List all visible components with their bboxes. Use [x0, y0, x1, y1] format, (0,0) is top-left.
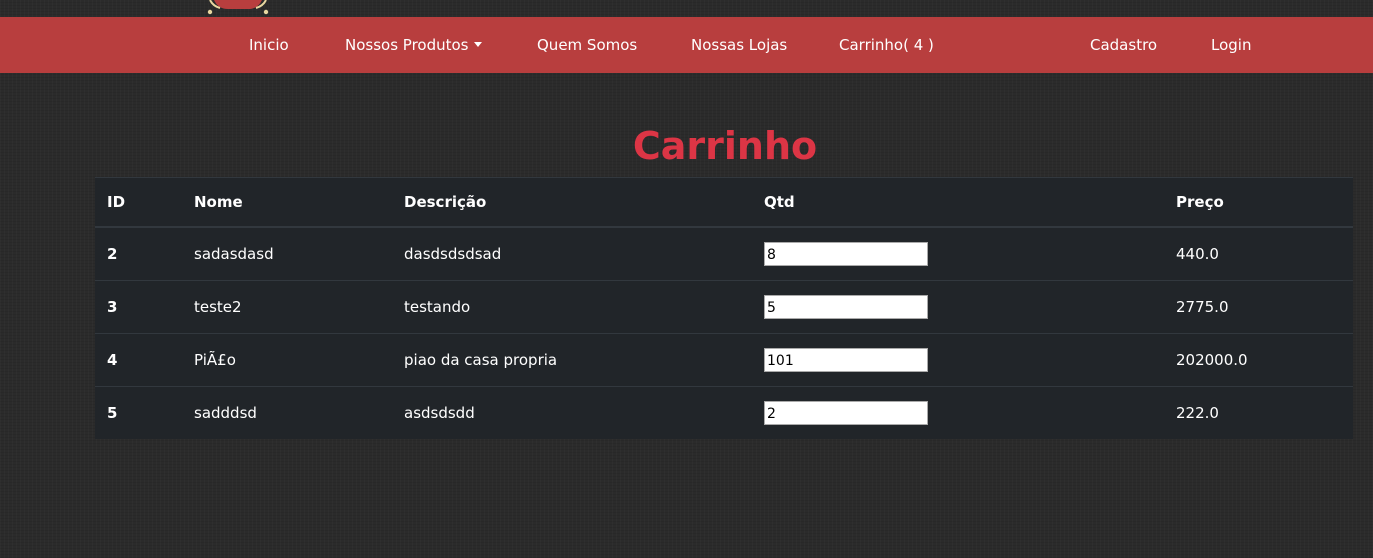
cell-price: 440.0 — [1164, 226, 1353, 281]
page-title: Carrinho — [632, 124, 818, 168]
cell-id: 3 — [95, 280, 182, 334]
cell-qty — [752, 226, 1164, 281]
cell-description: testando — [392, 280, 752, 334]
cell-qty — [752, 280, 1164, 334]
cell-id: 2 — [95, 226, 182, 281]
cell-name: teste2 — [182, 280, 392, 334]
quantity-input[interactable] — [764, 348, 928, 372]
nav-item-cadastro[interactable]: Cadastro — [1090, 17, 1157, 73]
cell-description: piao da casa propria — [392, 333, 752, 387]
main-navbar: Inicio Nossos Produtos Quem Somos Nossas… — [0, 17, 1373, 73]
nav-item-nossas-lojas[interactable]: Nossas Lojas — [691, 17, 787, 73]
table-header-row: ID Nome Descrição Qtd Preço — [95, 177, 1353, 228]
cell-name: PiÃ£o — [182, 333, 392, 387]
cell-qty — [752, 333, 1164, 387]
quantity-input[interactable] — [764, 242, 928, 266]
cell-name: sadddsd — [182, 386, 392, 439]
cell-price: 202000.0 — [1164, 333, 1353, 387]
cell-name: sadasdasd — [182, 226, 392, 281]
logo-icon[interactable] — [204, 0, 272, 15]
column-header-nome: Nome — [182, 177, 392, 228]
table-row: 3 teste2 testando 2775.0 — [95, 280, 1353, 334]
cell-price: 2775.0 — [1164, 280, 1353, 334]
nav-item-inicio[interactable]: Inicio — [249, 17, 289, 73]
table-row: 5 sadddsd asdsdsdd 222.0 — [95, 386, 1353, 439]
quantity-input[interactable] — [764, 295, 928, 319]
table-row: 2 sadasdasd dasdsdsdsad 440.0 — [95, 226, 1353, 281]
cell-id: 4 — [95, 333, 182, 387]
nav-item-nossos-produtos-label: Nossos Produtos — [345, 36, 469, 54]
cart-table: ID Nome Descrição Qtd Preço 2 sadasdasd … — [95, 177, 1353, 439]
cell-description: asdsdsdd — [392, 386, 752, 439]
column-header-id: ID — [95, 177, 182, 228]
caret-down-icon — [473, 42, 482, 47]
table-row: 4 PiÃ£o piao da casa propria 202000.0 — [95, 333, 1353, 387]
header-logo-area — [0, 0, 1373, 17]
cell-qty — [752, 386, 1164, 439]
column-header-qtd: Qtd — [752, 177, 1164, 228]
column-header-preco: Preço — [1164, 177, 1353, 228]
cell-id: 5 — [95, 386, 182, 439]
quantity-input[interactable] — [764, 401, 928, 425]
column-header-descricao: Descrição — [392, 177, 752, 228]
nav-item-quem-somos[interactable]: Quem Somos — [537, 17, 637, 73]
nav-item-nossos-produtos[interactable]: Nossos Produtos — [345, 17, 482, 73]
cart-table-container: ID Nome Descrição Qtd Preço 2 sadasdasd … — [95, 177, 1353, 439]
nav-item-carrinho[interactable]: Carrinho( 4 ) — [839, 17, 934, 73]
nav-item-login[interactable]: Login — [1211, 17, 1251, 73]
cell-price: 222.0 — [1164, 386, 1353, 439]
cell-description: dasdsdsdsad — [392, 226, 752, 281]
